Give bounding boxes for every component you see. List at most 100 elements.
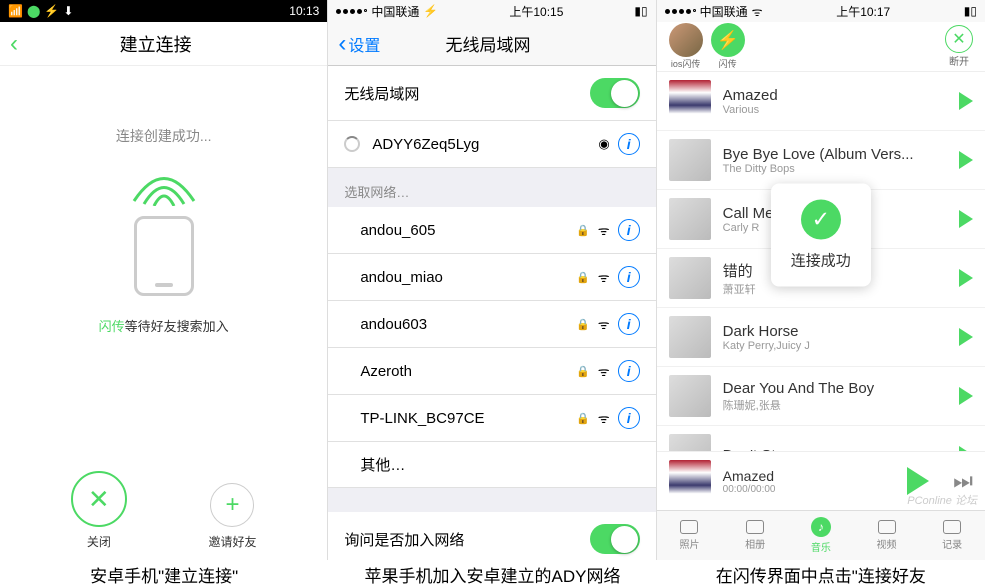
wifi-icon: ᯤ xyxy=(598,409,610,427)
wifi-toggle-row: 无线局域网 xyxy=(328,66,655,121)
tab-label: 记录 xyxy=(942,536,962,551)
network-ssid: Azeroth xyxy=(360,363,576,380)
album-art xyxy=(669,80,711,122)
network-ssid: andou_miao xyxy=(360,269,576,286)
song-artist: Various xyxy=(723,104,947,116)
wifi-icon: ◉ xyxy=(598,136,609,152)
network-row[interactable]: andou_605 🔒 ᯤ i xyxy=(328,207,655,254)
lock-icon: 🔒 xyxy=(576,224,590,237)
next-button[interactable]: ⏭ xyxy=(953,468,973,494)
download-icon: ⬇ xyxy=(63,4,73,18)
info-icon[interactable]: i xyxy=(618,266,640,288)
tab-相册[interactable]: 相册 xyxy=(722,511,788,560)
tab-视频[interactable]: 视频 xyxy=(854,511,920,560)
network-row[interactable]: Azeroth 🔒 ᯤ i xyxy=(328,348,655,395)
connected-network-row[interactable]: ADYY6Zeq5Lyg ◉ i xyxy=(328,121,655,168)
signal-icon: 📶 xyxy=(8,4,23,18)
play-icon[interactable] xyxy=(959,269,973,287)
invite-button[interactable]: + 邀请好友 xyxy=(208,471,256,550)
tab-icon xyxy=(680,520,698,534)
wifi-toggle[interactable] xyxy=(590,78,640,108)
watermark: PConline 论坛 xyxy=(907,492,977,508)
album-art xyxy=(669,316,711,358)
tab-label: 视频 xyxy=(877,536,897,551)
network-row[interactable]: andou603 🔒 ᯤ i xyxy=(328,301,655,348)
info-icon[interactable]: i xyxy=(618,219,640,241)
play-icon[interactable] xyxy=(959,92,973,110)
play-icon[interactable] xyxy=(959,151,973,169)
play-icon[interactable] xyxy=(959,387,973,405)
close-icon: ✕ xyxy=(945,25,973,53)
other-network-row[interactable]: 其他… xyxy=(328,442,655,488)
tab-照片[interactable]: 照片 xyxy=(657,511,723,560)
caption-2: 苹果手机加入安卓建立的ADY网络 xyxy=(328,560,656,587)
song-title: Bye Bye Love (Album Vers... xyxy=(723,146,947,163)
album-art xyxy=(669,460,711,502)
play-icon[interactable] xyxy=(959,328,973,346)
tab-音乐[interactable]: ♪ 音乐 xyxy=(788,511,854,560)
info-icon[interactable]: i xyxy=(618,133,640,155)
connection-status-text: 连接创建成功... xyxy=(116,126,212,146)
song-title: Dear You And The Boy xyxy=(723,380,947,397)
ask-join-row: 询问是否加入网络 xyxy=(328,512,655,560)
battery-icon: ⚡ xyxy=(44,4,59,18)
info-icon[interactable]: i xyxy=(618,313,640,335)
song-row[interactable]: Dark Horse Katy Perry,Juicy J xyxy=(657,308,985,367)
tab-label: 音乐 xyxy=(811,539,831,554)
tab-记录[interactable]: 记录 xyxy=(919,511,985,560)
album-art xyxy=(669,434,711,451)
caption-3: 在闪传界面中点击"连接好友 xyxy=(657,560,985,587)
carrier: 中国联通 xyxy=(700,3,748,20)
now-playing-time: 00:00/00:00 xyxy=(723,484,896,495)
battery-icon: ▮▯ xyxy=(634,4,647,18)
user-avatar-1[interactable]: ios闪传 xyxy=(669,23,703,70)
close-icon: ✕ xyxy=(71,471,127,527)
user-avatar-2[interactable]: ⚡ 闪传 xyxy=(711,23,745,70)
status-bar: 中国联通⚡ 上午10:15 ▮▯ xyxy=(328,0,655,22)
android-screen: 📶 ⬤ ⚡ ⬇ 10:13 ‹ 建立连接 连接创建成功... 闪传等待好友搜索加… xyxy=(0,0,328,560)
play-icon[interactable] xyxy=(959,210,973,228)
lock-icon: 🔒 xyxy=(576,365,590,378)
album-art xyxy=(669,198,711,240)
back-button[interactable]: ‹设置 xyxy=(338,30,380,58)
lock-icon: 🔒 xyxy=(576,412,590,425)
network-ssid: andou_605 xyxy=(360,222,576,239)
ios-wifi-screen: 中国联通⚡ 上午10:15 ▮▯ ‹设置 无线局域网 无线局域网 ADYY6Ze… xyxy=(328,0,656,560)
header: ios闪传 ⚡ 闪传 ✕ 断开 xyxy=(657,22,985,72)
wifi-signal-icon xyxy=(124,166,204,206)
wifi-icon: ᯤ xyxy=(598,268,610,286)
battery-icon: ▮▯ xyxy=(964,4,977,18)
info-icon[interactable]: i xyxy=(618,360,640,382)
back-button[interactable]: ‹ xyxy=(10,30,18,58)
caption-1: 安卓手机"建立连接" xyxy=(0,560,328,587)
wifi-icon: ᯤ xyxy=(598,315,610,333)
play-button[interactable] xyxy=(907,467,929,495)
status-time: 上午10:15 xyxy=(509,3,563,20)
wifi-icon: ⬤ xyxy=(27,4,40,18)
waiting-text: 闪传等待好友搜索加入 xyxy=(99,316,229,335)
network-row[interactable]: TP-LINK_BC97CE 🔒 ᯤ i xyxy=(328,395,655,442)
info-icon[interactable]: i xyxy=(618,407,640,429)
spinner-icon xyxy=(344,136,360,152)
song-row[interactable]: Amazed Various xyxy=(657,72,985,131)
close-button[interactable]: ✕ 关闭 xyxy=(71,471,127,550)
album-art xyxy=(669,257,711,299)
wifi-status-icon: ᯤ xyxy=(752,3,763,20)
status-bar: 中国联通ᯤ 上午10:17 ▮▯ xyxy=(657,0,985,22)
song-row[interactable]: Dear You And The Boy 陈珊妮,张悬 xyxy=(657,367,985,426)
song-row[interactable]: Bye Bye Love (Album Vers... The Ditty Bo… xyxy=(657,131,985,190)
lock-icon: 🔒 xyxy=(576,271,590,284)
status-time: 上午10:17 xyxy=(836,3,890,20)
song-artist: Katy Perry,Juicy J xyxy=(723,340,947,352)
network-ssid: TP-LINK_BC97CE xyxy=(360,410,576,427)
disconnect-button[interactable]: ✕ 断开 xyxy=(945,25,973,68)
page-title: 无线局域网 xyxy=(380,31,595,56)
album-art xyxy=(669,375,711,417)
check-icon: ✓ xyxy=(801,200,841,240)
network-row[interactable]: andou_miao 🔒 ᯤ i xyxy=(328,254,655,301)
song-row[interactable]: Don't Stop xyxy=(657,426,985,451)
ask-join-toggle[interactable] xyxy=(590,524,640,554)
page-title: 建立连接 xyxy=(18,31,293,57)
phone-icon xyxy=(134,216,194,296)
tab-icon xyxy=(878,520,896,534)
